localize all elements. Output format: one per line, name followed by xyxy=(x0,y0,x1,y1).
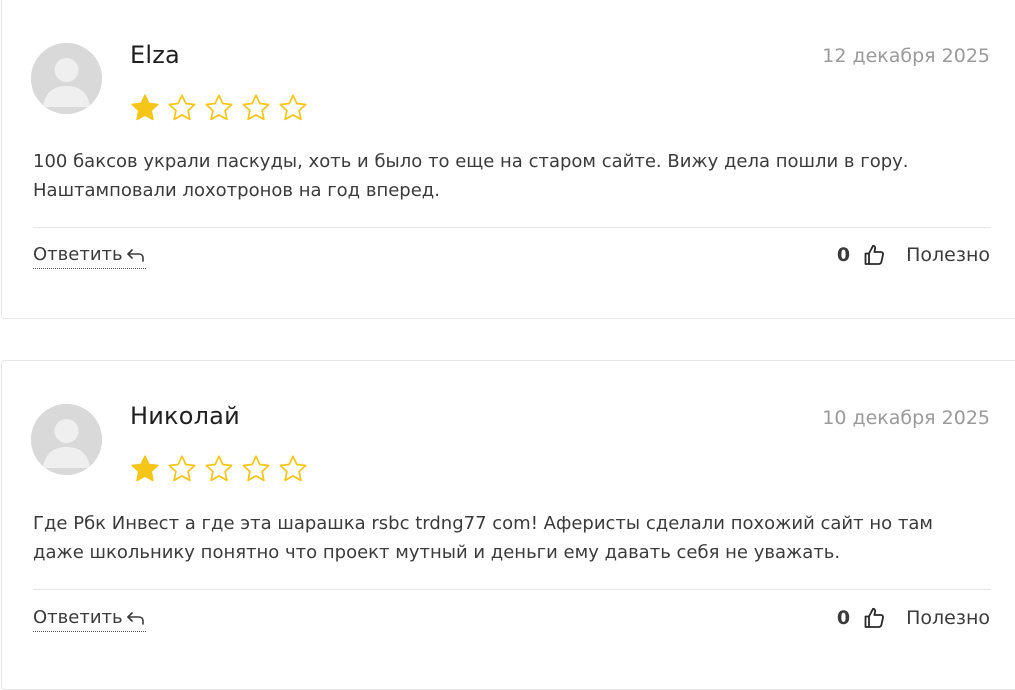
user-avatar-icon xyxy=(31,43,102,114)
star-empty-icon xyxy=(240,453,272,485)
review-text-line: 100 баксов украли паскуды, хоть и было т… xyxy=(33,151,909,172)
review-card: Николай 10 декабря 2025 Где Рбк Инвест а… xyxy=(1,360,1015,690)
review-author: Elza xyxy=(130,41,180,69)
star-empty-icon xyxy=(203,453,235,485)
review-text: Где Рбк Инвест а где эта шарашка rsbc tr… xyxy=(33,509,973,567)
star-empty-icon xyxy=(166,92,198,124)
user-avatar-icon xyxy=(31,404,102,475)
star-empty-icon xyxy=(277,92,309,124)
rating-stars xyxy=(129,92,309,124)
thumbs-up-icon[interactable] xyxy=(862,243,886,267)
star-filled-icon xyxy=(129,92,161,124)
review-text-line: Где Рбк Инвест а где эта шарашка rsbc tr… xyxy=(33,513,933,534)
star-empty-icon xyxy=(166,453,198,485)
helpful-button[interactable]: Полезно xyxy=(906,607,990,629)
divider xyxy=(33,227,991,228)
review-text: 100 баксов украли паскуды, хоть и было т… xyxy=(33,147,973,205)
helpful-count: 0 xyxy=(836,607,851,629)
reply-label: Ответить xyxy=(33,607,123,628)
review-text-line: Наштамповали лохотронов на год вперед. xyxy=(33,180,440,201)
review-author: Николай xyxy=(130,402,240,430)
reply-arrow-icon xyxy=(126,247,146,263)
helpful-count: 0 xyxy=(836,244,851,266)
reply-button[interactable]: Ответить xyxy=(33,607,146,632)
review-text-line: даже школьнику понятно что проект мутный… xyxy=(33,542,841,563)
star-empty-icon xyxy=(240,92,272,124)
review-date: 12 декабря 2025 xyxy=(822,45,990,67)
helpful-section: 0 Полезно xyxy=(837,606,990,630)
review-date: 10 декабря 2025 xyxy=(822,407,990,429)
reply-button[interactable]: Ответить xyxy=(33,244,146,269)
star-empty-icon xyxy=(277,453,309,485)
helpful-button[interactable]: Полезно xyxy=(906,244,990,266)
thumbs-up-icon[interactable] xyxy=(862,606,886,630)
divider xyxy=(33,589,991,590)
reply-arrow-icon xyxy=(126,610,146,626)
rating-stars xyxy=(129,453,309,485)
star-filled-icon xyxy=(129,453,161,485)
star-empty-icon xyxy=(203,92,235,124)
review-card: Elza 12 декабря 2025 100 баксов украли п… xyxy=(1,0,1015,319)
reply-label: Ответить xyxy=(33,244,123,265)
helpful-section: 0 Полезно xyxy=(837,243,990,267)
